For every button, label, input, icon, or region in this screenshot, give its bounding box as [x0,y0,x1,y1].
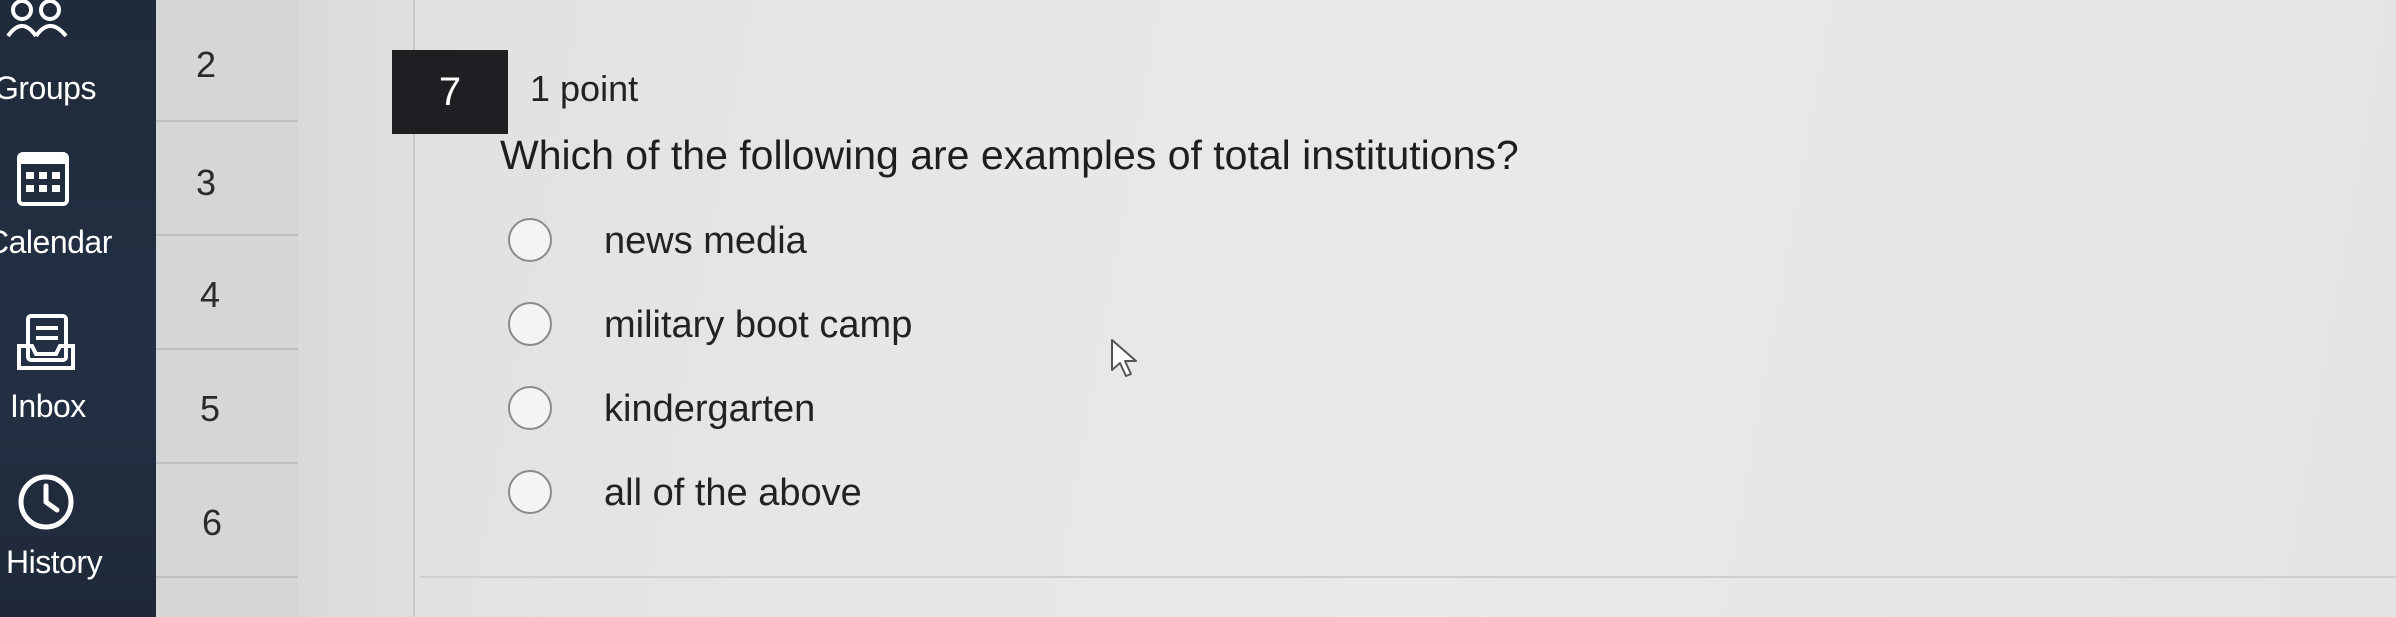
nav-label-groups: Groups [0,70,96,106]
question-nav-item[interactable]: 2 [156,8,298,122]
history-icon [18,474,74,530]
nav-label-history: History [6,544,103,580]
radio-button[interactable] [508,218,552,262]
radio-button[interactable] [508,302,552,346]
answer-label: military boot camp [604,304,913,346]
nav-item-calendar[interactable]: Calendar [0,140,156,270]
question-text: Which of the following are examples of t… [500,132,1519,178]
question-nav-number: 2 [196,44,217,85]
question-nav-number: 6 [202,502,223,543]
groups-icon [6,0,68,38]
question-nav-number: 3 [196,162,217,203]
mouse-cursor-icon [1111,339,1137,377]
divider [420,576,2396,578]
question-nav-number: 4 [200,274,221,315]
inbox-icon [17,314,75,370]
radio-button[interactable] [508,470,552,514]
nav-label-calendar: Calendar [0,224,112,260]
answer-option[interactable]: news media [508,218,1208,278]
question-points: 1 point [530,68,639,109]
question-nav-number: 5 [200,388,221,429]
question-nav: 2 3 4 5 6 [156,0,300,617]
question-nav-item[interactable]: 6 [156,464,298,578]
global-nav: Groups Calendar Inbox History [0,0,156,617]
nav-item-groups[interactable]: Groups [0,0,156,106]
answer-option[interactable]: military boot camp [508,302,1208,362]
question-nav-item[interactable]: 3 [156,122,298,236]
question-nav-item[interactable]: 4 [156,236,298,350]
nav-label-inbox: Inbox [10,388,86,424]
answer-label: all of the above [604,472,862,514]
calendar-icon [17,152,69,206]
nav-item-history[interactable]: History [0,460,156,600]
answer-label: kindergarten [604,388,816,430]
answer-option[interactable]: all of the above [508,470,1208,530]
answer-option[interactable]: kindergarten [508,386,1208,446]
question-nav-item[interactable]: 5 [156,350,298,464]
question-number: 7 [392,50,508,134]
answer-label: news media [604,220,807,262]
radio-button[interactable] [508,386,552,430]
nav-item-inbox[interactable]: Inbox [0,300,156,430]
